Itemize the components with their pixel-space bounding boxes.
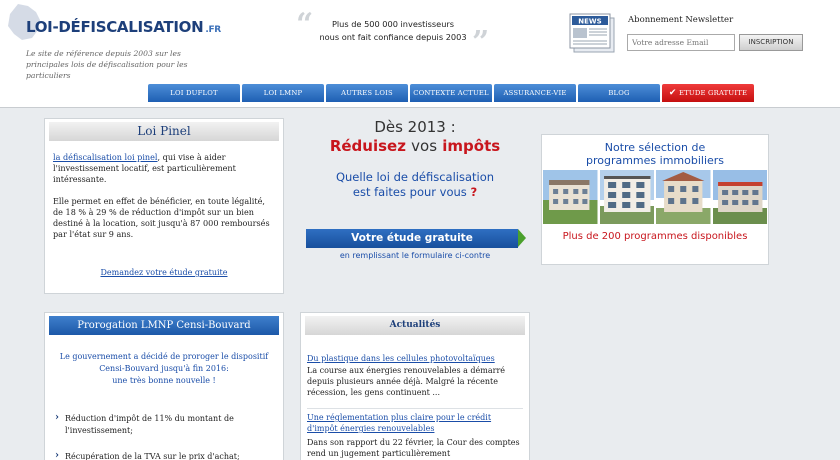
programmes-title-line-2: programmes immobiliers (585, 154, 725, 167)
newspaper-icon: NEWS (569, 13, 615, 53)
news-separator (307, 408, 523, 409)
site-tagline: Le site de référence depuis 2003 sur les… (26, 49, 188, 80)
nav-underline (0, 102, 840, 108)
pinel-text-2: Elle permet en effet de bénéficier, en t… (53, 196, 270, 239)
promo-question-b: est faites pour vous (352, 185, 471, 199)
pinel-inline-link[interactable]: la défiscalisation loi pinel (53, 152, 158, 162)
pinel-box: Loi Pinel la défiscalisation loi pinel, … (44, 118, 284, 294)
programmes-title-line-1: Notre sélection de (604, 141, 706, 154)
newsletter-title: Abonnement Newsletter (628, 15, 734, 25)
main-nav: LOI DUFLOT LOI LMNP AUTRES LOIS CONTEXTE… (148, 84, 754, 102)
pinel-title: Loi Pinel (49, 122, 279, 141)
promo-headline: Réduisez vos impôts (300, 137, 530, 155)
free-study-subtext: en remplissant le formulaire ci-contre (339, 251, 491, 260)
testimonial-quote: “ Plus de 500 000 investisseurs nous ont… (296, 10, 491, 58)
quote-line-2: nous ont fait confiance depuis 2003 (319, 32, 467, 42)
tab-loi-duflot[interactable]: LOI DUFLOT (148, 84, 240, 102)
tab-blog[interactable]: BLOG (578, 84, 660, 102)
lmnp-intro-line-2: Censi-Bouvard jusqu'à fin 2016: (99, 364, 229, 373)
news-link-1[interactable]: Du plastique dans les cellules photovolt… (307, 353, 523, 364)
pinel-cta-link[interactable]: Demandez votre étude gratuite (100, 268, 227, 277)
lmnp-intro-line-3: une très bonne nouvelle ! (112, 376, 216, 385)
logo-tld: .FR (205, 25, 221, 35)
programmes-count[interactable]: Plus de 200 programmes disponibles (542, 231, 768, 242)
lmnp-title: Prorogation LMNP Censi-Bouvard (49, 316, 279, 335)
news-text-1: La course aux énergies renouvelables a d… (307, 366, 505, 397)
tab-etude-gratuite[interactable]: ✔ ETUDE GRATUITE (662, 84, 754, 102)
building-photo-1 (543, 170, 598, 224)
lmnp-bullet-1: Réduction d'impôt de 11% du montant de l… (55, 412, 277, 437)
quote-line-1: Plus de 500 000 investisseurs (331, 19, 455, 29)
logo-text: LOI-DÉFISCALISATION (26, 18, 204, 36)
programmes-photos[interactable] (543, 170, 767, 224)
promo-headline-a: Réduisez (329, 137, 412, 155)
lmnp-box: Prorogation LMNP Censi-Bouvard Le gouver… (44, 312, 284, 460)
tab-loi-lmnp[interactable]: LOI LMNP (242, 84, 324, 102)
tab-assurance-vie[interactable]: ASSURANCE-VIE (494, 84, 576, 102)
tab-etude-gratuite-label: ETUDE GRATUITE (679, 89, 748, 97)
programmes-box[interactable]: Notre sélection de programmes immobilier… (541, 134, 769, 265)
news-link-2[interactable]: Une réglementation plus claire pour le c… (307, 412, 523, 434)
close-quote-icon: ” (472, 25, 490, 60)
actualites-title: Actualités (305, 316, 525, 335)
newsletter-email-input[interactable] (627, 34, 735, 51)
tab-autres-lois[interactable]: AUTRES LOIS (326, 84, 408, 102)
promo-headline-b: vos (411, 137, 438, 155)
promo-question-a: Quelle loi de défiscalisation (335, 170, 495, 184)
site-logo[interactable]: LOI-DÉFISCALISATION .FR (26, 18, 221, 36)
newsletter-subscribe-button[interactable]: INSCRIPTION (739, 34, 803, 51)
lmnp-intro-line-1: Le gouvernement a décidé de proroger le … (59, 352, 269, 361)
promo-year: Dès 2013 : (374, 118, 456, 136)
open-quote-icon: “ (296, 7, 314, 42)
promo-headline-c: impôts (437, 137, 501, 155)
news-icon-label: NEWS (578, 18, 601, 26)
building-photo-3 (656, 170, 711, 224)
check-icon: ✔ (668, 88, 677, 98)
arrow-right-icon (518, 229, 526, 247)
actualites-box: Actualités Du plastique dans les cellule… (300, 312, 530, 460)
tab-contexte-actuel[interactable]: CONTEXTE ACTUEL (410, 84, 492, 102)
building-photo-2 (599, 170, 654, 224)
lmnp-bullet-2: Récupération de la TVA sur le prix d'ach… (55, 450, 277, 460)
news-text-2: Dans son rapport du 22 février, la Cour … (307, 438, 520, 458)
promo-question: Quelle loi de défiscalisation est faites… (300, 170, 530, 200)
promo-question-mark: ? (470, 185, 478, 199)
free-study-button[interactable]: Votre étude gratuite (306, 229, 518, 248)
building-photo-4 (712, 170, 767, 224)
